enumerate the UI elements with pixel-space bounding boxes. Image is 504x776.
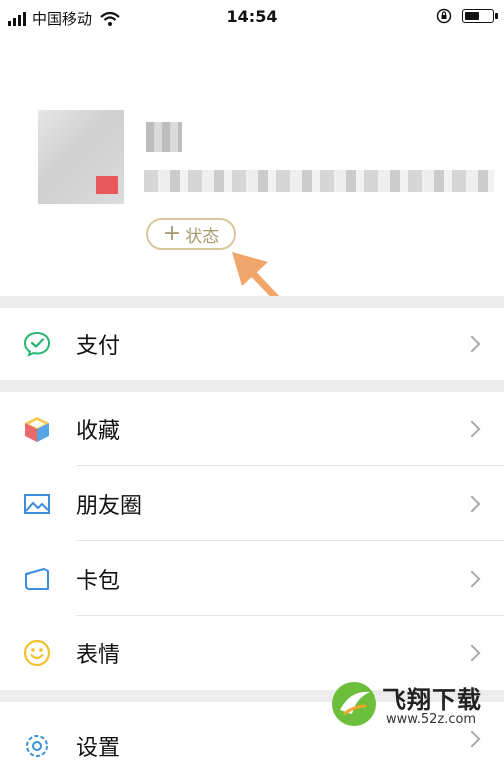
- status-button-label: 状态: [185, 226, 220, 247]
- cube-icon: [25, 417, 49, 442]
- menu-label-cards: 卡包: [76, 568, 121, 594]
- section-separator: [0, 296, 504, 308]
- card-wallet-icon: [25, 567, 49, 590]
- watermark-brand: 飞翔下载: [382, 686, 482, 714]
- battery-level: [465, 12, 479, 20]
- status-bar: 中国移动 14:54: [0, 0, 504, 34]
- chevron-right-icon: [463, 570, 481, 587]
- add-status-button[interactable]: + 状态: [146, 218, 236, 250]
- rotation-lock-icon: [436, 8, 452, 24]
- wechat-id-blurred: [144, 170, 494, 192]
- avatar-badge: [96, 176, 118, 194]
- watermark-logo-icon: [332, 682, 376, 726]
- status-right: [436, 8, 498, 24]
- chevron-right-icon: [463, 335, 481, 353]
- menu-label-stickers: 表情: [76, 643, 121, 668]
- menu-item-pay[interactable]: 支付: [0, 308, 504, 380]
- menu-item-cards[interactable]: 卡包: [0, 541, 504, 616]
- profile-header[interactable]: + 状态: [0, 34, 504, 348]
- menu-label-favorites: 收藏: [76, 419, 121, 444]
- watermark-url: www.52z.com: [386, 712, 477, 727]
- watermark: 飞翔下载 www.52z.com: [324, 676, 504, 736]
- menu-label-moments: 朋友圈: [76, 493, 143, 519]
- chevron-right-icon: [463, 644, 481, 662]
- section-separator: [0, 380, 504, 392]
- wechat-pay-icon: [23, 331, 51, 357]
- menu-item-moments[interactable]: 朋友圈: [0, 466, 504, 541]
- nickname-blurred: [146, 122, 182, 152]
- battery-icon: [462, 9, 498, 23]
- picture-icon: [24, 493, 50, 514]
- chevron-right-icon: [463, 420, 481, 438]
- menu-label-settings: 设置: [76, 736, 121, 761]
- menu-item-favorites[interactable]: 收藏: [0, 392, 504, 466]
- clock: 14:54: [226, 7, 278, 26]
- menu-label-pay: 支付: [76, 334, 121, 359]
- plus-icon: +: [162, 221, 182, 246]
- chevron-right-icon: [463, 495, 481, 512]
- smiley-icon: [23, 639, 51, 667]
